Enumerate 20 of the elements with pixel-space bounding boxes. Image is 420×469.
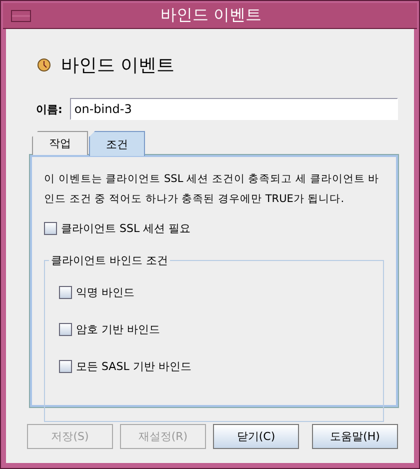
dialog-heading: 바인드 이벤트 xyxy=(61,54,175,77)
checkbox[interactable] xyxy=(44,222,57,235)
dialog-button[interactable]: 도움말(H) xyxy=(312,424,398,449)
window-menu-button[interactable] xyxy=(11,10,31,22)
clock-icon xyxy=(37,58,51,72)
name-label: 이름: xyxy=(36,102,62,116)
dialog-button[interactable]: 닫기(C) xyxy=(213,424,299,449)
checkbox[interactable] xyxy=(59,323,72,336)
checkbox-label: 모든 SASL 기반 바인드 xyxy=(76,359,192,374)
checkbox[interactable] xyxy=(59,360,72,373)
checkbox-label: 익명 바인드 xyxy=(76,285,134,300)
window-title: 바인드 이벤트 xyxy=(159,5,263,26)
tab[interactable]: 작업 xyxy=(32,131,88,155)
name-field[interactable]: on-bind-3 xyxy=(70,98,398,120)
description-text: 이 이벤트는 클라이언트 SSL 세션 조건이 충족되고 세 클라이언트 바인드 조건 중 적어도 하나가 충족된 경우에만 TRUE가 됩니다. xyxy=(44,172,380,207)
checkbox-label: 클라이언트 SSL 세션 필요 xyxy=(61,221,191,236)
group-title: 클라이언트 바인드 조건 xyxy=(49,253,170,268)
checkbox-label: 암호 기반 바인드 xyxy=(76,322,160,337)
tab[interactable]: 조건 xyxy=(89,131,145,156)
checkbox[interactable] xyxy=(59,286,72,299)
